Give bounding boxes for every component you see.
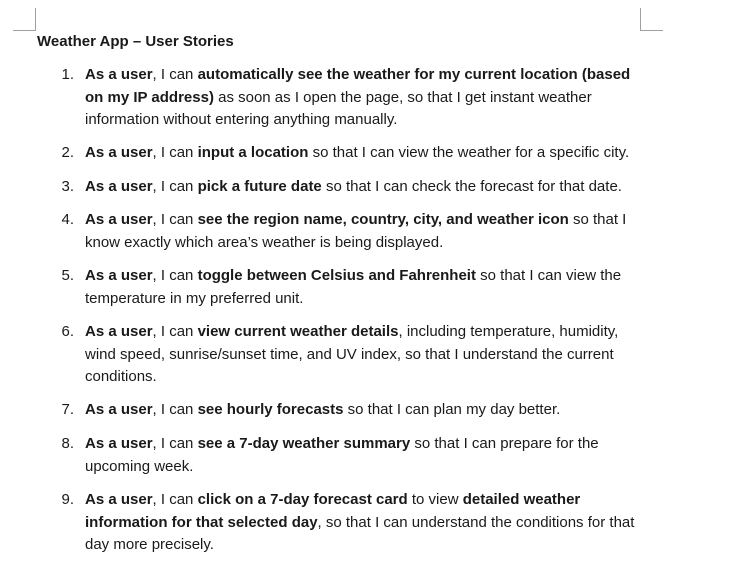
list-item-number: 8.: [61, 435, 74, 452]
body-text: so that I can check the forecast for tha…: [321, 178, 622, 195]
emphasis-text: As a user: [85, 178, 153, 195]
list-item-text: As a user, I can see a 7-day weather sum…: [85, 433, 645, 478]
emphasis-text: pick a future date: [197, 178, 322, 195]
emphasis-text: As a user: [85, 435, 153, 452]
body-text: , I can: [152, 144, 198, 161]
emphasis-text: see the region name, country, city, and …: [197, 211, 569, 228]
list-item-text: As a user, I can see the region name, co…: [85, 209, 645, 254]
body-text: , I can: [152, 401, 198, 418]
body-text: so that I can plan my day better.: [343, 401, 561, 418]
emphasis-text: As a user: [85, 323, 153, 340]
body-text: , I can: [152, 66, 198, 83]
list-item-text: As a user, I can view current weather de…: [85, 321, 645, 389]
user-story-list: 1. As a user, I can automatically see the…: [0, 0, 730, 572]
list-item-text: As a user, I can automatically see the w…: [85, 64, 645, 132]
emphasis-text: toggle between Celsius and Fahrenheit: [197, 267, 476, 284]
list-item-text: As a user, I can input a location so tha…: [85, 142, 645, 165]
list-item-number: 2.: [61, 144, 74, 161]
body-text: , I can: [152, 178, 198, 195]
list-item-text: As a user, I can click on a 7-day foreca…: [85, 489, 645, 557]
list-item-text: As a user, I can see hourly forecasts so…: [85, 399, 645, 422]
emphasis-text: As a user: [85, 267, 153, 284]
emphasis-text: As a user: [85, 401, 153, 418]
emphasis-text: view current weather details: [197, 323, 399, 340]
emphasis-text: As a user: [85, 491, 153, 508]
list-item-number: 7.: [61, 401, 74, 418]
list-item-number: 3.: [61, 178, 74, 195]
body-text: to view: [407, 491, 463, 508]
body-text: so that I can view the weather for a spe…: [308, 144, 630, 161]
emphasis-text: click on a 7-day forecast card: [197, 491, 408, 508]
body-text: , I can: [152, 323, 198, 340]
emphasis-text: As a user: [85, 144, 153, 161]
emphasis-text: input a location: [197, 144, 309, 161]
list-item-text: As a user, I can toggle between Celsius …: [85, 265, 645, 310]
emphasis-text: see hourly forecasts: [197, 401, 344, 418]
list-item-number: 4.: [61, 211, 74, 228]
list-item-number: 5.: [61, 267, 74, 284]
list-item-number: 9.: [61, 491, 74, 508]
list-item-number: 1.: [61, 66, 74, 83]
list-item-text: As a user, I can pick a future date so t…: [85, 176, 645, 199]
body-text: , I can: [152, 435, 198, 452]
emphasis-text: see a 7-day weather summary: [197, 435, 411, 452]
body-text: , I can: [152, 211, 198, 228]
body-text: , I can: [152, 491, 198, 508]
emphasis-text: As a user: [85, 211, 153, 228]
body-text: , I can: [152, 267, 198, 284]
emphasis-text: As a user: [85, 66, 153, 83]
list-item-number: 6.: [61, 323, 74, 340]
